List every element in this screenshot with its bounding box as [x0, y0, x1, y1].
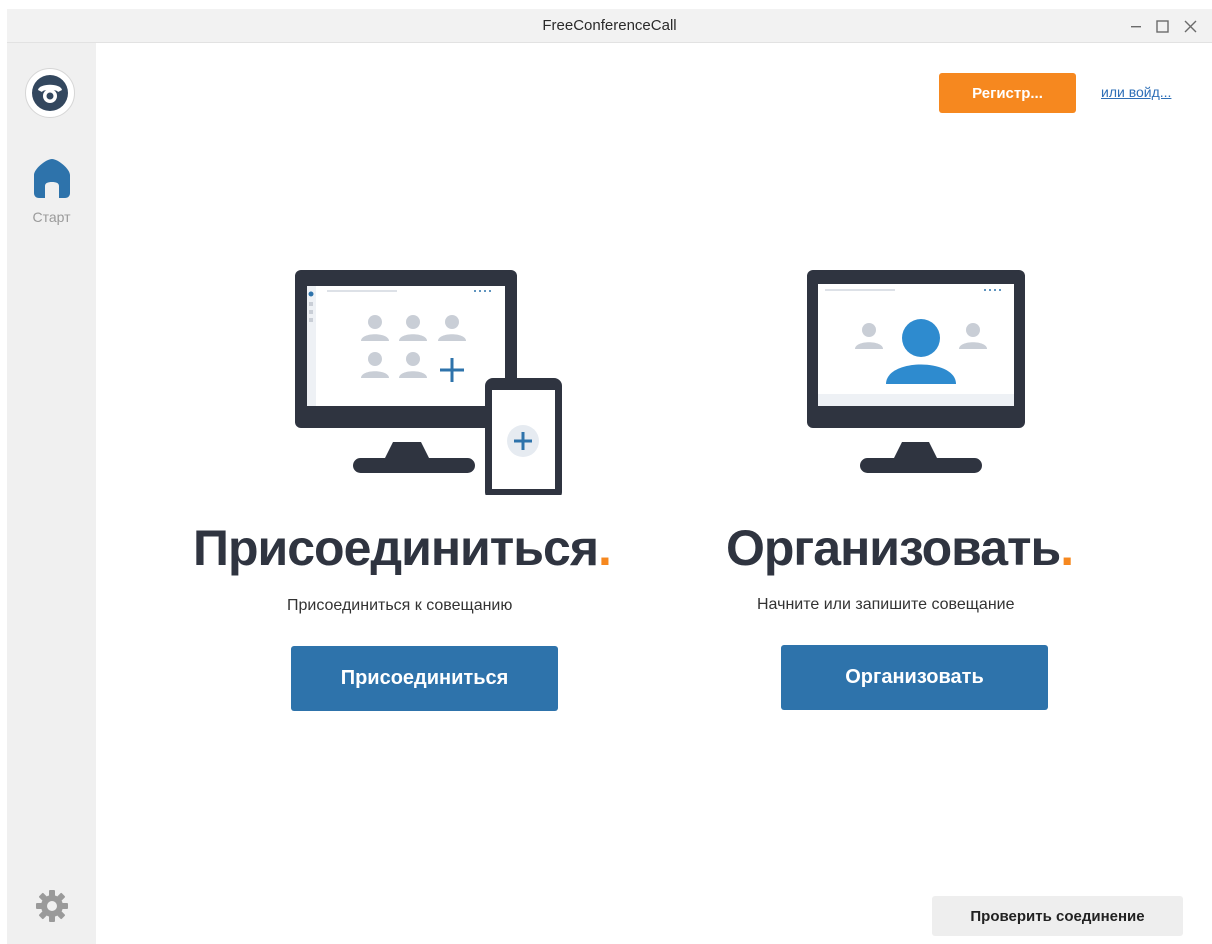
maximize-button[interactable]	[1147, 13, 1177, 39]
sidebar-item-label: Старт	[32, 209, 71, 225]
join-heading: Присоединиться.	[193, 520, 612, 576]
close-button[interactable]	[1175, 13, 1205, 39]
login-link[interactable]: или войд...	[1101, 84, 1171, 100]
settings-button[interactable]	[34, 888, 70, 929]
join-subtitle: Присоединиться к совещанию	[287, 597, 513, 614]
host-button[interactable]: Организовать	[781, 645, 1048, 710]
register-button[interactable]: Регистр...	[939, 73, 1076, 113]
host-illustration	[807, 270, 1025, 473]
join-illustration	[295, 270, 562, 495]
host-heading: Организовать.	[726, 520, 1074, 576]
sidebar-item-start[interactable]: Старт	[7, 151, 96, 225]
join-button[interactable]: Присоединиться	[291, 646, 558, 711]
maximize-icon	[1155, 19, 1169, 33]
host-subtitle: Начните или запишите совещание	[757, 596, 1015, 613]
home-icon	[34, 159, 70, 198]
title-bar: FreeConferenceCall	[7, 9, 1212, 43]
gear-icon	[36, 890, 68, 922]
telephone-logo-icon	[32, 75, 68, 111]
sidebar: Старт	[7, 43, 96, 944]
app-logo[interactable]	[25, 68, 75, 118]
minimize-icon	[1131, 26, 1141, 28]
app-window: FreeConferenceCall Старт Регистр... или …	[7, 9, 1212, 944]
check-connection-button[interactable]: Проверить соединение	[932, 896, 1183, 936]
close-icon	[1184, 20, 1196, 32]
window-title: FreeConferenceCall	[542, 17, 677, 34]
